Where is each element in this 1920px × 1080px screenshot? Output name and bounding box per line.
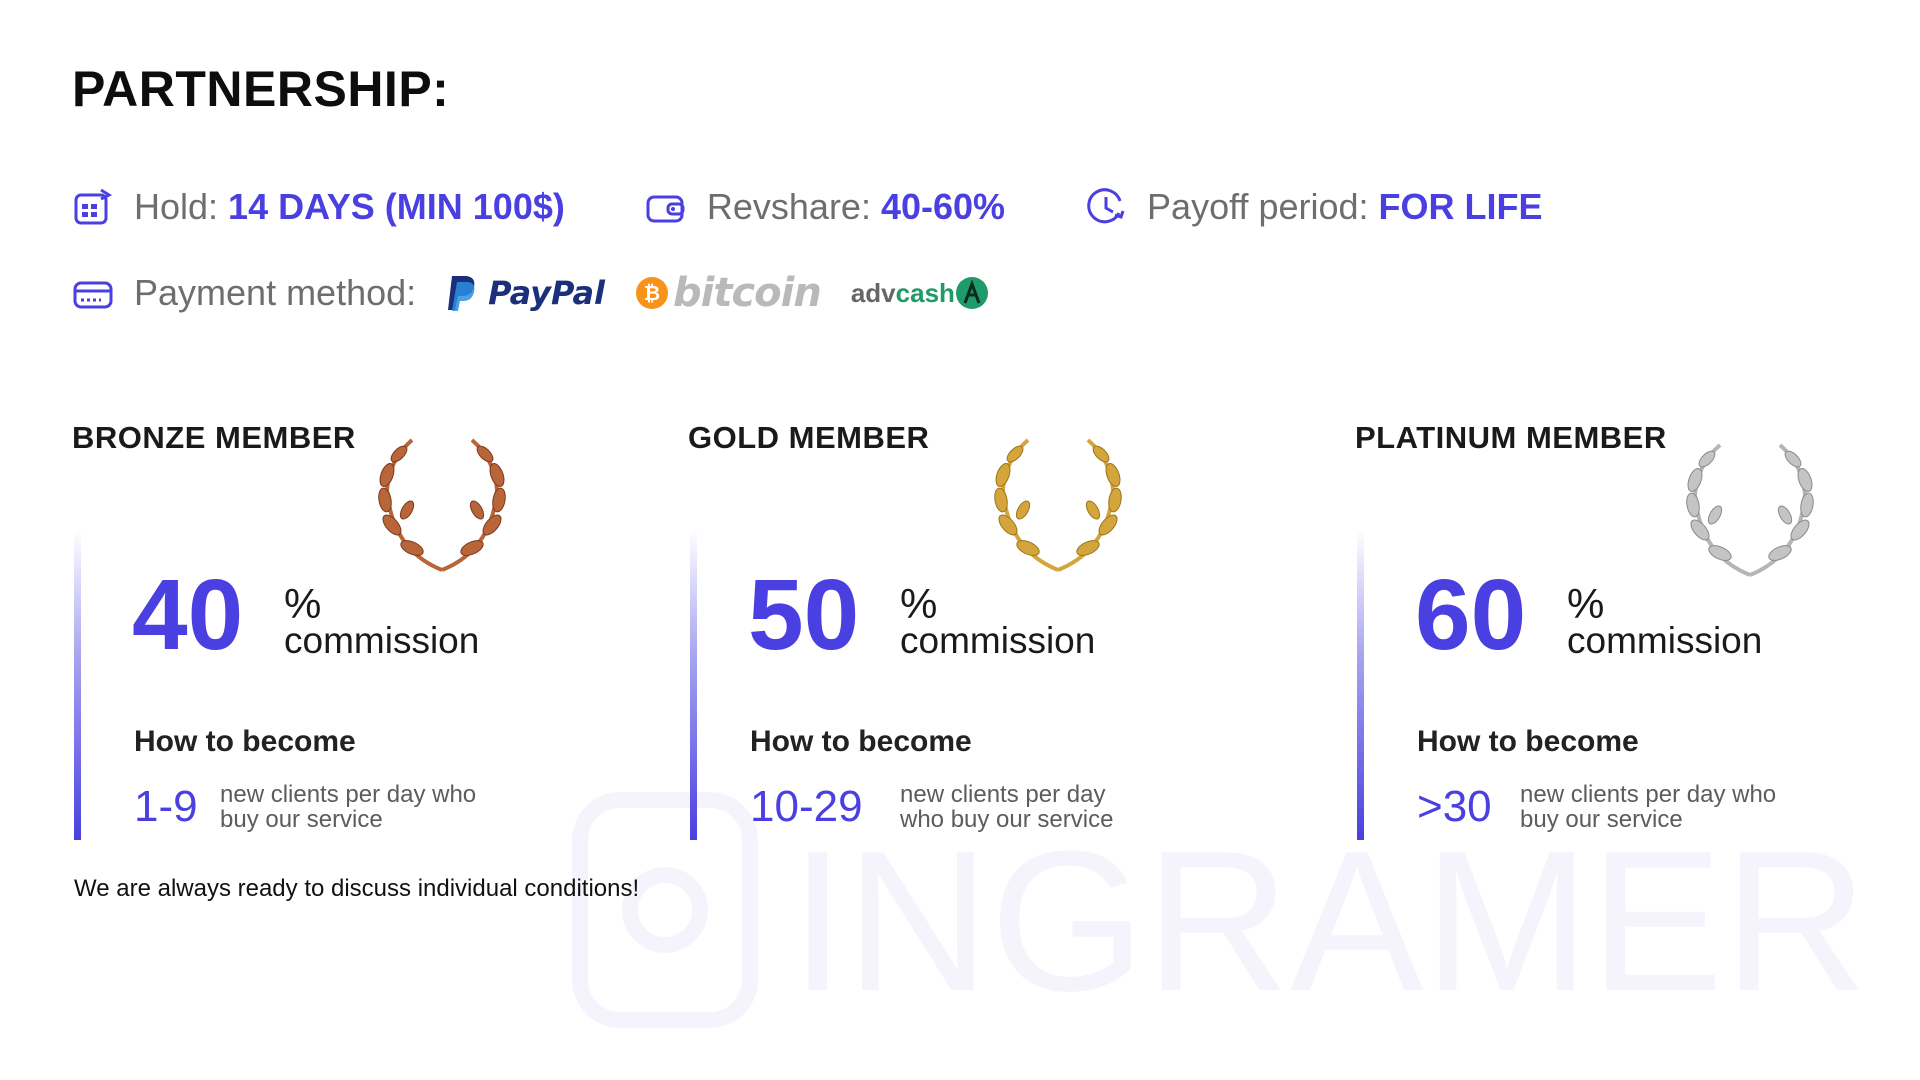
tier-divider: [1357, 530, 1364, 840]
how-to-become-label: How to become: [1417, 725, 1639, 758]
range-description: new clients per day who buy our service: [900, 781, 1114, 834]
commission-value: 50: [748, 559, 860, 671]
laurel-icon: [378, 438, 506, 572]
revshare-info: Revshare: 40-60%: [645, 186, 1005, 228]
payoff-label: Payoff period:: [1147, 186, 1369, 227]
card-icon: [72, 272, 114, 314]
wallet-icon: [645, 186, 687, 228]
client-range: 1-9: [134, 782, 198, 831]
bitcoin-logo: ₿ bitcoin: [635, 270, 822, 316]
tier-divider: [690, 530, 697, 840]
laurel-icon: [1686, 443, 1814, 577]
tier-name: GOLD MEMBER: [688, 420, 930, 455]
commission-label: commission: [1567, 620, 1763, 661]
clock-icon: [1085, 186, 1127, 228]
revshare-value: 40-60%: [880, 186, 1006, 227]
hold-info: Hold: 14 DAYS (MIN 100$): [72, 186, 565, 228]
svg-text:₿: ₿: [644, 281, 660, 305]
range-description: new clients per day who buy our service: [220, 781, 477, 834]
commission-value: 40: [132, 559, 244, 671]
info-row-payment: Payment method: PayPal ₿ bitcoin adv cash: [72, 263, 1019, 323]
how-to-become-label: How to become: [134, 725, 356, 758]
commission-value: 60: [1415, 559, 1527, 671]
client-range: 10-29: [750, 782, 863, 831]
hold-value: 14 DAYS (MIN 100$): [228, 186, 565, 227]
revshare-label: Revshare:: [706, 186, 871, 227]
payoff-value: FOR LIFE: [1378, 186, 1543, 227]
payoff-info: Payoff period: FOR LIFE: [1085, 186, 1543, 228]
info-row-terms: Hold: 14 DAYS (MIN 100$) Revshare: 40-60…: [72, 177, 1623, 237]
hold-label: Hold:: [134, 186, 219, 227]
laurel-icon: [994, 438, 1122, 572]
tier-divider: [74, 530, 81, 840]
paypal-logo: PayPal: [446, 274, 605, 312]
client-range: >30: [1417, 782, 1492, 831]
bitcoin-icon: ₿: [636, 277, 668, 309]
tier-bronze: BRONZE MEMBER 40 % commission How to bec…: [72, 420, 632, 860]
tier-name: PLATINUM MEMBER: [1355, 420, 1667, 455]
advcash-logo: adv cash: [851, 276, 989, 310]
footnote: We are always ready to discuss individua…: [74, 875, 640, 902]
tier-name: BRONZE MEMBER: [72, 420, 356, 455]
how-to-become-label: How to become: [750, 725, 972, 758]
tier-platinum: PLATINUM MEMBER 60 % commission How to b…: [1355, 420, 1915, 860]
tier-gold: GOLD MEMBER 50 % commission How to becom…: [688, 420, 1248, 860]
payment-logos: PayPal ₿ bitcoin adv cash: [446, 270, 1019, 316]
page-title: PARTNERSHIP:: [72, 61, 450, 117]
paypal-icon: [448, 276, 475, 311]
payment-info: Payment method:: [72, 272, 416, 314]
commission-label: commission: [284, 620, 480, 661]
advcash-icon: [955, 277, 988, 309]
commission-label: commission: [900, 620, 1096, 661]
range-description: new clients per day who buy our service: [1520, 781, 1777, 834]
payment-label: Payment method:: [134, 272, 417, 313]
calendar-icon: [72, 186, 114, 228]
